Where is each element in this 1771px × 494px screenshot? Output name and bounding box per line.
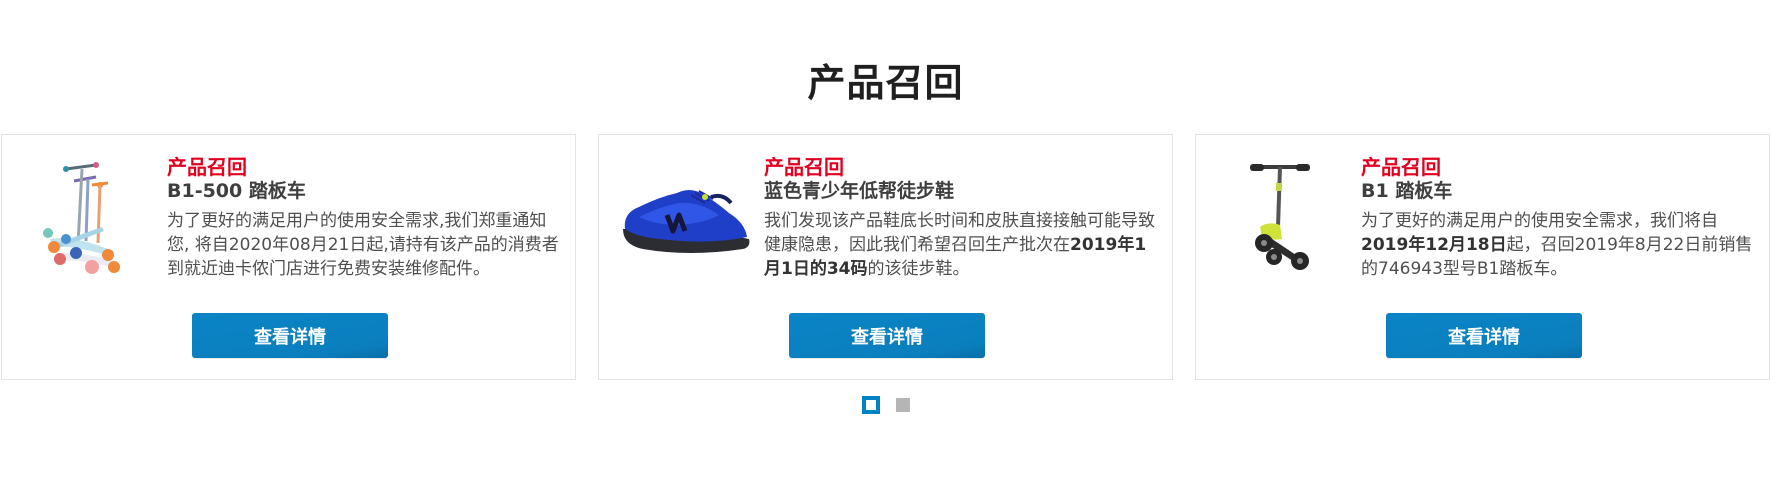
- product-description: 我们发现该产品鞋底长时间和皮肤直接接触可能导致健康隐患，因此我们希望召回生产批次…: [764, 209, 1159, 281]
- recall-card: 产品召回 B1-500 踏板车 为了更好的满足用户的使用安全需求,我们郑重通知您…: [1, 134, 576, 380]
- desc-text: 为了更好的满足用户的使用安全需求，我们将自: [1361, 211, 1718, 231]
- recall-card: 产品召回 蓝色青少年低帮徒步鞋 我们发现该产品鞋底长时间和皮肤直接接触可能导致健…: [598, 134, 1173, 380]
- card-text: 产品召回 蓝色青少年低帮徒步鞋 我们发现该产品鞋底长时间和皮肤直接接触可能导致健…: [764, 155, 1159, 281]
- product-name: B1-500 踏板车: [167, 180, 306, 202]
- desc-emphasis: 2019年12月18日: [1361, 235, 1507, 255]
- pagination-dot[interactable]: [896, 398, 910, 412]
- recall-tag: 产品召回: [764, 155, 844, 179]
- card-text: 产品召回 B1 踏板车 为了更好的满足用户的使用安全需求，我们将自 2019年12…: [1361, 155, 1756, 281]
- pagination-dot-active[interactable]: [862, 396, 880, 414]
- b1-scooter-image[interactable]: [1216, 157, 1350, 277]
- desc-text: 的该徒步鞋。: [867, 259, 970, 279]
- product-name: 蓝色青少年低帮徒步鞋: [764, 180, 955, 202]
- recall-carousel: 产品召回 B1-500 踏板车 为了更好的满足用户的使用安全需求,我们郑重通知您…: [0, 134, 1771, 382]
- product-name: B1 踏板车: [1361, 180, 1453, 202]
- carousel-pagination: [0, 396, 1771, 417]
- blue-hiking-shoe-image[interactable]: [619, 157, 753, 277]
- view-details-button[interactable]: 查看详情: [192, 313, 388, 358]
- section-title: 产品召回: [807, 61, 964, 105]
- card-text: 产品召回 B1-500 踏板车 为了更好的满足用户的使用安全需求,我们郑重通知您…: [167, 155, 562, 281]
- recall-tag: 产品召回: [167, 155, 247, 179]
- recall-tag: 产品召回: [1361, 155, 1441, 179]
- recall-card: 产品召回 B1 踏板车 为了更好的满足用户的使用安全需求，我们将自 2019年12…: [1195, 134, 1770, 380]
- view-details-button[interactable]: 查看详情: [789, 313, 985, 358]
- product-description: 为了更好的满足用户的使用安全需求,我们郑重通知您, 将自2020年08月21日起…: [167, 211, 559, 279]
- view-details-button[interactable]: 查看详情: [1386, 313, 1582, 358]
- kids-scooter-image[interactable]: [22, 157, 156, 277]
- product-description: 为了更好的满足用户的使用安全需求，我们将自2019年12月18日起，召回2019…: [1361, 209, 1756, 281]
